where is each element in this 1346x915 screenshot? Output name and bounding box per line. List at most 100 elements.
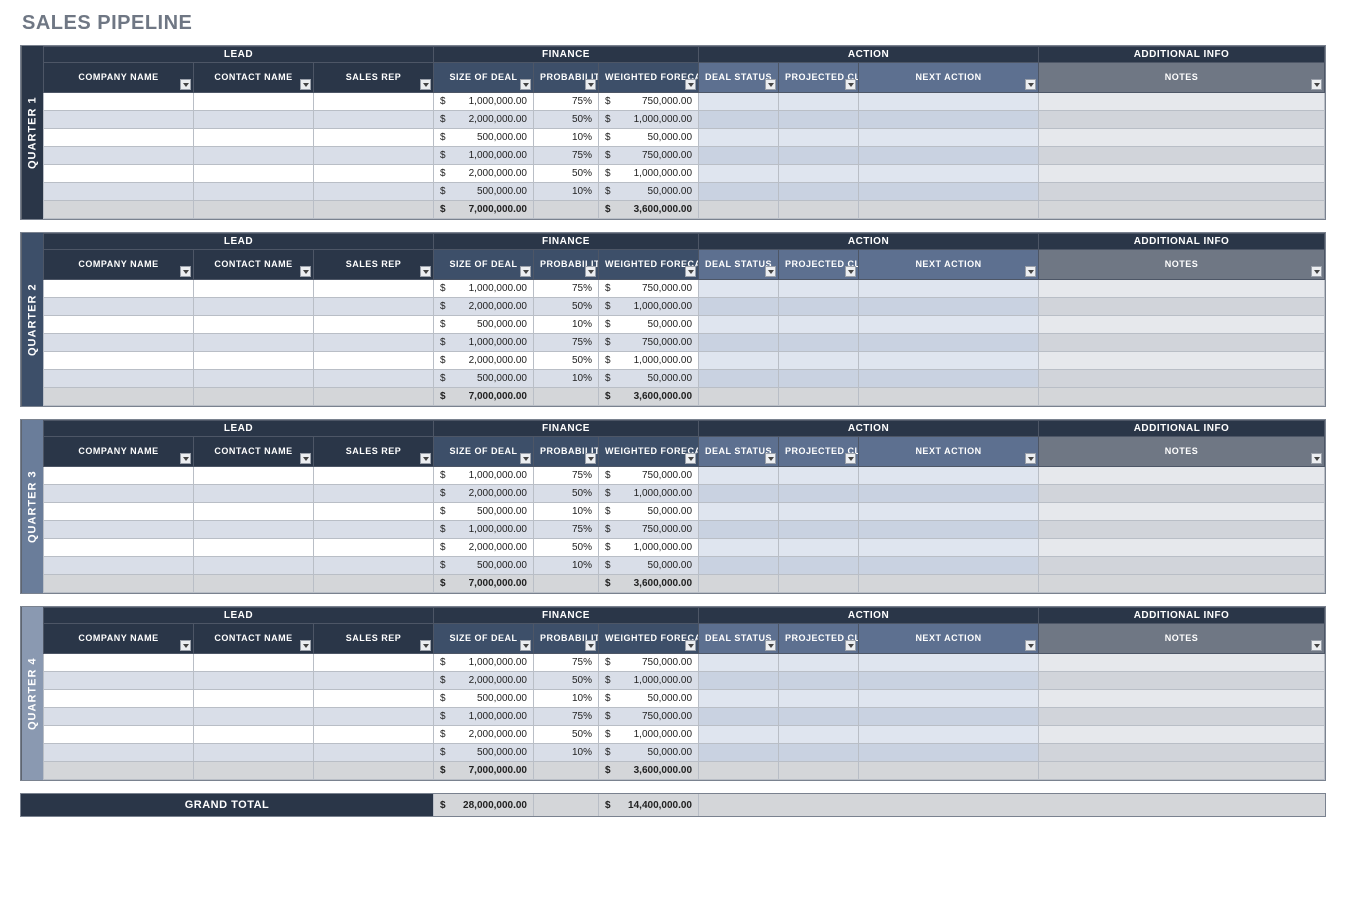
cell-forecast[interactable]: $750,000.00: [599, 521, 699, 539]
cell-action[interactable]: [859, 165, 1039, 183]
cell-close[interactable]: [779, 521, 859, 539]
col-rep[interactable]: SALES REP: [314, 250, 434, 280]
table-row[interactable]: $2,000,000.00 50% $1,000,000.00: [44, 485, 1325, 503]
filter-icon[interactable]: [300, 79, 311, 90]
cell-close[interactable]: [779, 183, 859, 201]
cell-rep[interactable]: [314, 165, 434, 183]
cell-rep[interactable]: [314, 557, 434, 575]
col-status[interactable]: DEAL STATUS: [699, 63, 779, 93]
col-contact[interactable]: CONTACT NAME: [194, 63, 314, 93]
col-notes[interactable]: NOTES: [1039, 437, 1325, 467]
cell-rep[interactable]: [314, 744, 434, 762]
cell-rep[interactable]: [314, 183, 434, 201]
cell-notes[interactable]: [1039, 352, 1325, 370]
filter-icon[interactable]: [685, 266, 696, 277]
filter-icon[interactable]: [765, 266, 776, 277]
cell-rep[interactable]: [314, 352, 434, 370]
cell-prob[interactable]: 50%: [534, 352, 599, 370]
cell-rep[interactable]: [314, 654, 434, 672]
cell-company[interactable]: [44, 467, 194, 485]
cell-deal[interactable]: $1,000,000.00: [434, 467, 534, 485]
cell-deal[interactable]: $2,000,000.00: [434, 352, 534, 370]
cell-status[interactable]: [699, 503, 779, 521]
cell-action[interactable]: [859, 93, 1039, 111]
col-contact[interactable]: CONTACT NAME: [194, 437, 314, 467]
cell-company[interactable]: [44, 165, 194, 183]
table-row[interactable]: $1,000,000.00 75% $750,000.00: [44, 280, 1325, 298]
table-row[interactable]: $500,000.00 10% $50,000.00: [44, 690, 1325, 708]
cell-rep[interactable]: [314, 521, 434, 539]
cell-status[interactable]: [699, 280, 779, 298]
filter-icon[interactable]: [420, 79, 431, 90]
filter-icon[interactable]: [585, 640, 596, 651]
cell-deal[interactable]: $2,000,000.00: [434, 298, 534, 316]
cell-action[interactable]: [859, 334, 1039, 352]
cell-contact[interactable]: [194, 183, 314, 201]
cell-rep[interactable]: [314, 129, 434, 147]
cell-deal[interactable]: $2,000,000.00: [434, 111, 534, 129]
col-deal[interactable]: SIZE OF DEAL: [434, 437, 534, 467]
cell-rep[interactable]: [314, 485, 434, 503]
cell-forecast[interactable]: $750,000.00: [599, 93, 699, 111]
cell-close[interactable]: [779, 165, 859, 183]
cell-contact[interactable]: [194, 539, 314, 557]
filter-icon[interactable]: [685, 453, 696, 464]
table-row[interactable]: $500,000.00 10% $50,000.00: [44, 503, 1325, 521]
cell-status[interactable]: [699, 93, 779, 111]
cell-action[interactable]: [859, 690, 1039, 708]
cell-deal[interactable]: $500,000.00: [434, 744, 534, 762]
filter-icon[interactable]: [585, 453, 596, 464]
cell-contact[interactable]: [194, 352, 314, 370]
col-contact[interactable]: CONTACT NAME: [194, 624, 314, 654]
table-row[interactable]: $500,000.00 10% $50,000.00: [44, 557, 1325, 575]
col-company[interactable]: COMPANY NAME: [44, 63, 194, 93]
table-row[interactable]: $500,000.00 10% $50,000.00: [44, 129, 1325, 147]
col-prob[interactable]: PROBABILITY OF DEAL: [534, 437, 599, 467]
filter-icon[interactable]: [180, 79, 191, 90]
cell-status[interactable]: [699, 165, 779, 183]
cell-rep[interactable]: [314, 370, 434, 388]
cell-company[interactable]: [44, 726, 194, 744]
cell-company[interactable]: [44, 111, 194, 129]
col-status[interactable]: DEAL STATUS: [699, 624, 779, 654]
cell-prob[interactable]: 50%: [534, 165, 599, 183]
cell-action[interactable]: [859, 298, 1039, 316]
cell-prob[interactable]: 75%: [534, 708, 599, 726]
cell-close[interactable]: [779, 111, 859, 129]
cell-close[interactable]: [779, 352, 859, 370]
table-row[interactable]: $1,000,000.00 75% $750,000.00: [44, 147, 1325, 165]
cell-forecast[interactable]: $750,000.00: [599, 467, 699, 485]
cell-close[interactable]: [779, 280, 859, 298]
cell-status[interactable]: [699, 521, 779, 539]
col-prob[interactable]: PROBABILITY OF DEAL: [534, 624, 599, 654]
cell-status[interactable]: [699, 316, 779, 334]
cell-notes[interactable]: [1039, 370, 1325, 388]
filter-icon[interactable]: [845, 266, 856, 277]
cell-prob[interactable]: 10%: [534, 690, 599, 708]
cell-close[interactable]: [779, 503, 859, 521]
filter-icon[interactable]: [420, 266, 431, 277]
cell-forecast[interactable]: $750,000.00: [599, 147, 699, 165]
cell-status[interactable]: [699, 352, 779, 370]
cell-rep[interactable]: [314, 672, 434, 690]
table-row[interactable]: $2,000,000.00 50% $1,000,000.00: [44, 298, 1325, 316]
cell-notes[interactable]: [1039, 280, 1325, 298]
cell-action[interactable]: [859, 503, 1039, 521]
cell-close[interactable]: [779, 485, 859, 503]
cell-deal[interactable]: $1,000,000.00: [434, 654, 534, 672]
cell-company[interactable]: [44, 672, 194, 690]
cell-deal[interactable]: $500,000.00: [434, 690, 534, 708]
cell-rep[interactable]: [314, 111, 434, 129]
cell-notes[interactable]: [1039, 147, 1325, 165]
cell-rep[interactable]: [314, 690, 434, 708]
cell-deal[interactable]: $1,000,000.00: [434, 280, 534, 298]
cell-rep[interactable]: [314, 93, 434, 111]
filter-icon[interactable]: [1311, 266, 1322, 277]
table-row[interactable]: $2,000,000.00 50% $1,000,000.00: [44, 111, 1325, 129]
cell-status[interactable]: [699, 654, 779, 672]
cell-contact[interactable]: [194, 111, 314, 129]
cell-prob[interactable]: 50%: [534, 539, 599, 557]
cell-prob[interactable]: 75%: [534, 280, 599, 298]
cell-close[interactable]: [779, 690, 859, 708]
table-row[interactable]: $1,000,000.00 75% $750,000.00: [44, 467, 1325, 485]
